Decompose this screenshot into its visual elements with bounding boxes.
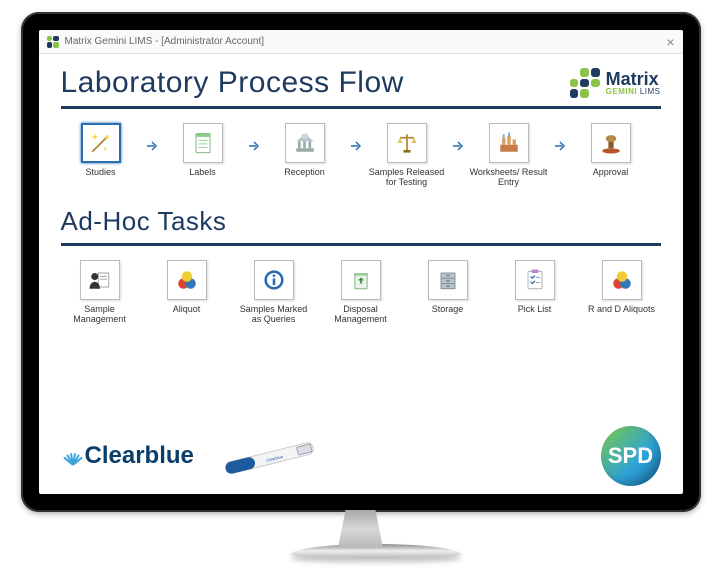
flow-step-worksheet[interactable]: Worksheets/ Result Entry bbox=[469, 123, 549, 188]
task-rnd-aliquot[interactable]: R and D Aliquots bbox=[583, 260, 661, 314]
app-window: Matrix Gemini LIMS - [Administrator Acco… bbox=[39, 30, 683, 494]
flow-step-label: Reception bbox=[284, 167, 325, 177]
footer: Clearblue Clearblue bbox=[61, 426, 661, 486]
adhoc-tasks-row: Sample Management Aliquot Samples Marked… bbox=[61, 260, 661, 325]
person-paper-icon bbox=[80, 260, 120, 300]
brand-subline: GEMINI LIMS bbox=[606, 88, 661, 96]
task-queries[interactable]: Samples Marked as Queries bbox=[235, 260, 313, 325]
task-sample-mgmt[interactable]: Sample Management bbox=[61, 260, 139, 325]
task-label: Aliquot bbox=[173, 304, 201, 314]
clearblue-logo: Clearblue bbox=[61, 442, 194, 470]
flow-arrow-icon bbox=[553, 139, 567, 158]
scales-icon bbox=[387, 123, 427, 163]
brand-name: Matrix bbox=[606, 70, 661, 88]
clearblue-text: Clearblue bbox=[85, 442, 194, 470]
drawers-icon bbox=[428, 260, 468, 300]
monitor-stand bbox=[291, 510, 431, 565]
window-titlebar: Matrix Gemini LIMS - [Administrator Acco… bbox=[39, 30, 683, 54]
lab-icon bbox=[489, 123, 529, 163]
flow-arrow-icon bbox=[145, 139, 159, 158]
flow-step-reception[interactable]: Reception bbox=[265, 123, 345, 177]
flow-step-labels[interactable]: Labels bbox=[163, 123, 243, 177]
task-label: Samples Marked as Queries bbox=[235, 304, 313, 325]
spheres-icon bbox=[167, 260, 207, 300]
flow-step-label: Studies bbox=[85, 167, 115, 177]
checklist-icon bbox=[515, 260, 555, 300]
flow-arrow-icon bbox=[247, 139, 261, 158]
task-picklist[interactable]: Pick List bbox=[496, 260, 574, 314]
recycle-bin-icon bbox=[341, 260, 381, 300]
flow-arrow-icon bbox=[451, 139, 465, 158]
task-disposal[interactable]: Disposal Management bbox=[322, 260, 400, 325]
adhoc-heading: Ad-Hoc Tasks bbox=[61, 206, 661, 237]
window-title: Matrix Gemini LIMS - [Administrator Acco… bbox=[65, 36, 265, 47]
divider bbox=[61, 106, 661, 109]
flow-arrow-icon bbox=[349, 139, 363, 158]
monitor-frame: Matrix Gemini LIMS - [Administrator Acco… bbox=[21, 12, 701, 512]
task-label: Pick List bbox=[518, 304, 552, 314]
flow-step-label: Approval bbox=[593, 167, 629, 177]
main-content: Laboratory Process Flow Matrix GEMINI LI… bbox=[39, 54, 683, 494]
test-device-image: Clearblue bbox=[214, 437, 334, 475]
brand-logo-mark bbox=[570, 68, 600, 98]
task-storage[interactable]: Storage bbox=[409, 260, 487, 314]
capitol-icon bbox=[285, 123, 325, 163]
brand-logo: Matrix GEMINI LIMS bbox=[570, 68, 661, 98]
flow-step-released[interactable]: Samples Released for Testing bbox=[367, 123, 447, 188]
flow-step-label: Labels bbox=[189, 167, 216, 177]
flow-step-studies[interactable]: Studies bbox=[61, 123, 141, 177]
divider bbox=[61, 243, 661, 246]
stamp-icon bbox=[591, 123, 631, 163]
task-label: R and D Aliquots bbox=[588, 304, 655, 314]
spd-logo: SPD bbox=[601, 426, 661, 486]
flow-step-label: Samples Released for Testing bbox=[368, 167, 446, 188]
document-icon bbox=[183, 123, 223, 163]
process-flow-row: Studies Labels Reception Samples Release… bbox=[61, 123, 661, 188]
window-close-button[interactable]: × bbox=[666, 34, 674, 50]
flow-step-label: Worksheets/ Result Entry bbox=[470, 167, 548, 188]
task-label: Sample Management bbox=[61, 304, 139, 325]
spheres-icon bbox=[602, 260, 642, 300]
info-icon bbox=[254, 260, 294, 300]
wand-icon bbox=[81, 123, 121, 163]
clearblue-rays-icon bbox=[61, 445, 83, 467]
task-label: Storage bbox=[432, 304, 464, 314]
app-icon bbox=[47, 36, 59, 48]
process-flow-heading: Laboratory Process Flow bbox=[61, 66, 404, 100]
flow-step-approval[interactable]: Approval bbox=[571, 123, 651, 177]
task-aliquot[interactable]: Aliquot bbox=[148, 260, 226, 314]
task-label: Disposal Management bbox=[322, 304, 400, 325]
